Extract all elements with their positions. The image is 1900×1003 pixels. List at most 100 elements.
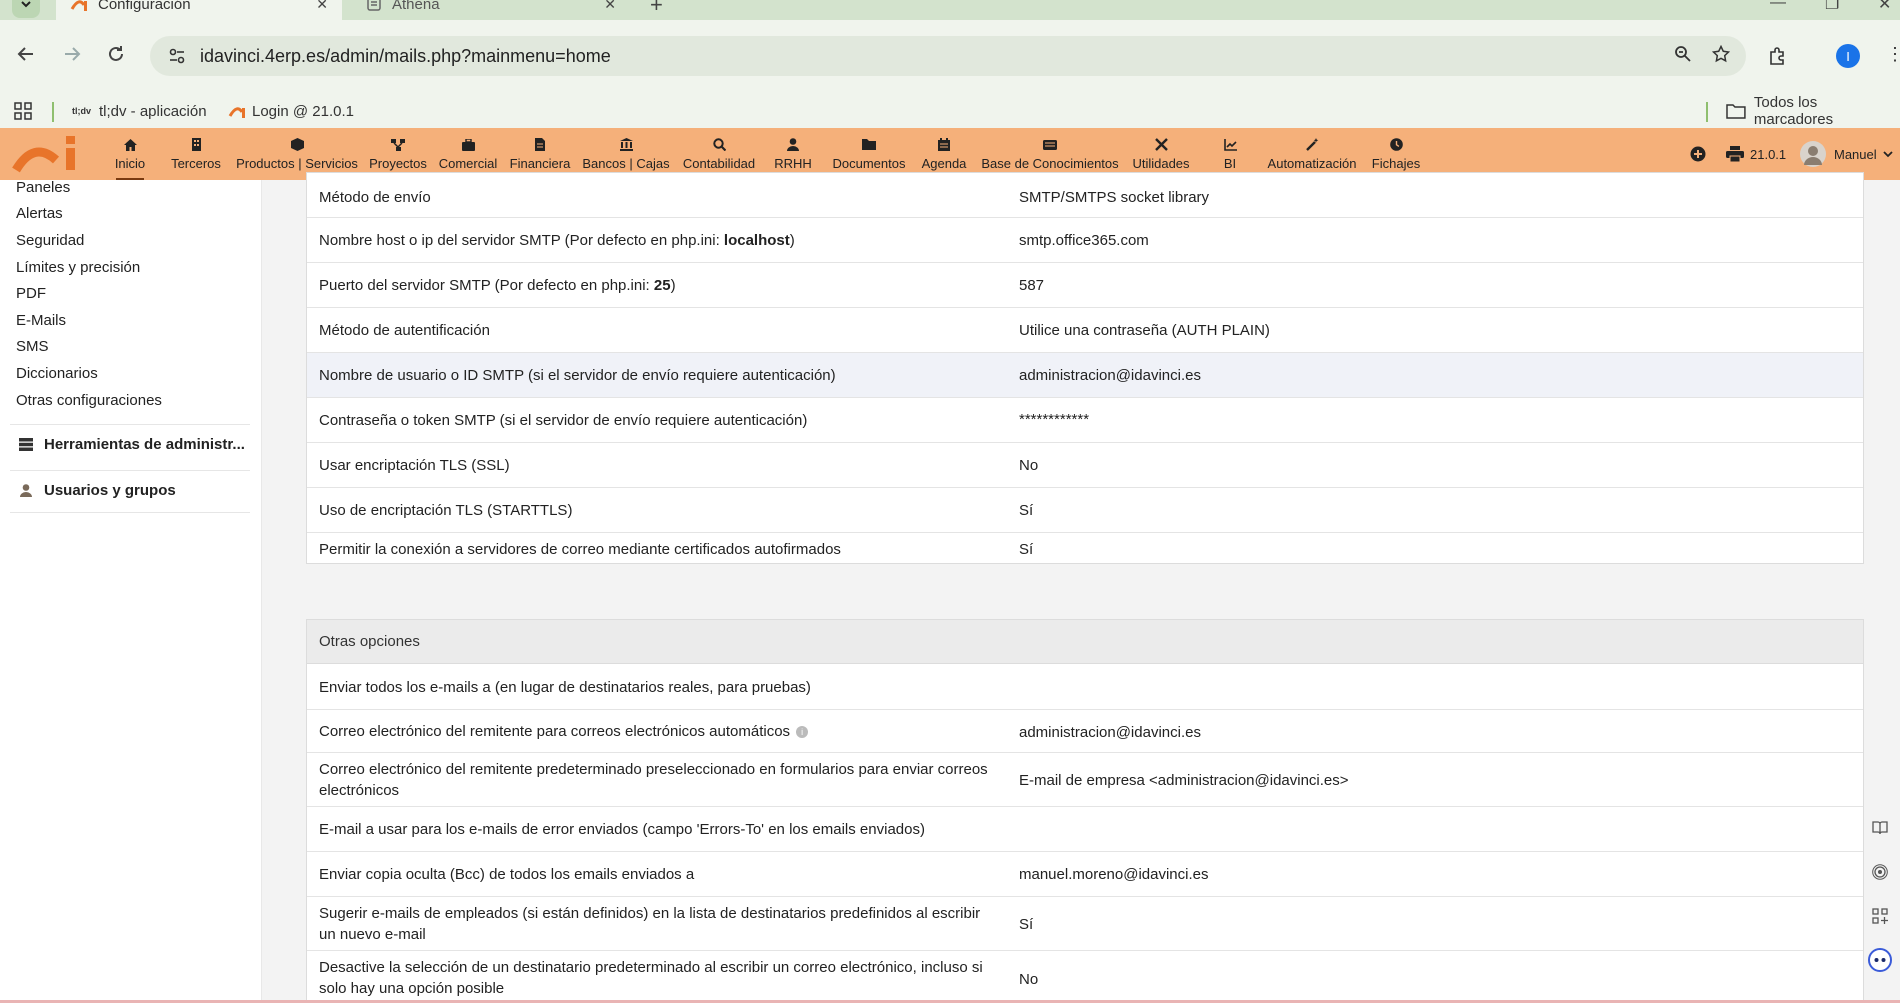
table-row: Método de envío SMTP/SMTPS socket librar… xyxy=(307,173,1863,218)
table-row: Permitir la conexión a servidores de cor… xyxy=(307,533,1863,564)
setting-label: Puerto del servidor SMTP (Por defecto en… xyxy=(319,275,999,296)
panel-title-text: Otras opciones xyxy=(319,633,420,650)
setting-label: Nombre de usuario o ID SMTP (si el servi… xyxy=(319,367,836,384)
main-content: Método de envío SMTP/SMTPS socket librar… xyxy=(262,172,1900,1003)
bookmark-star-icon[interactable] xyxy=(1711,44,1731,68)
cube-icon xyxy=(290,138,304,152)
close-icon[interactable]: ✕ xyxy=(316,0,328,13)
clock-icon xyxy=(1389,138,1403,152)
setting-label: Permitir la conexión a servidores de cor… xyxy=(319,541,841,558)
bank-icon xyxy=(619,138,633,152)
extensions-icon[interactable] xyxy=(1768,46,1788,71)
broadcast-icon[interactable] xyxy=(1866,858,1894,886)
user-icon xyxy=(18,483,34,499)
sidebar-link-otras-configuraciones[interactable]: Otras configuraciones xyxy=(16,392,162,409)
sidebar-link-sms[interactable]: SMS xyxy=(16,338,49,355)
book-icon[interactable] xyxy=(1866,814,1894,842)
site-settings-icon[interactable] xyxy=(166,45,188,67)
table-row: Sugerir e-mails de empleados (si están d… xyxy=(307,897,1863,951)
dolibarr-logo[interactable] xyxy=(12,134,84,174)
setting-value: smtp.office365.com xyxy=(1019,232,1149,249)
version-label: 21.0.1 xyxy=(1750,146,1787,162)
user-name: Manuel xyxy=(1834,146,1877,162)
setting-label: Enviar todos los e-mails a (en lugar de … xyxy=(319,679,811,696)
smtp-settings-panel: Método de envío SMTP/SMTPS socket librar… xyxy=(306,172,1864,564)
tldv-logo-icon: tl;dv xyxy=(72,106,91,116)
apps-icon[interactable] xyxy=(1866,902,1894,930)
menu-inicio[interactable]: Inicio xyxy=(112,128,148,180)
sidebar-link-pdf[interactable]: PDF xyxy=(16,285,46,302)
sidebar-link-seguridad[interactable]: Seguridad xyxy=(16,232,84,249)
sidebar-group-usuarios-grupos[interactable]: Usuarios y grupos xyxy=(10,470,250,510)
setting-label: Nombre host o ip del servidor SMTP (Por … xyxy=(319,230,999,251)
menu-terceros[interactable]: Terceros xyxy=(168,128,224,180)
bookmark-tldv[interactable]: tl;dv tl;dv - aplicación xyxy=(72,94,207,128)
close-icon[interactable]: ✕ xyxy=(604,0,616,13)
tab-athena[interactable]: Athena ✕ xyxy=(352,0,630,20)
zoom-icon[interactable] xyxy=(1674,45,1692,68)
setting-label-text: Puerto del servidor SMTP (Por defecto en… xyxy=(319,277,654,294)
table-row: Uso de encriptación TLS (STARTTLS) Sí xyxy=(307,488,1863,533)
setting-value: Sí xyxy=(1019,916,1034,933)
setting-label: Sugerir e-mails de empleados (si están d… xyxy=(319,905,981,943)
bookmark-label: tl;dv - aplicación xyxy=(99,102,207,120)
tab-configuracion[interactable]: Configuración ✕ xyxy=(56,0,342,20)
dolibarr-favicon-icon xyxy=(70,0,87,11)
left-sidebar: Paneles Alertas Seguridad Límites y prec… xyxy=(0,179,262,1003)
setting-value: administracion@idavinci.es xyxy=(1019,724,1201,741)
restore-icon[interactable]: ❐ xyxy=(1825,0,1839,14)
file-invoice-icon xyxy=(533,138,547,152)
sidebar-link-diccionarios[interactable]: Diccionarios xyxy=(16,365,98,382)
info-icon[interactable]: i xyxy=(796,726,809,739)
sidebar-link-paneles[interactable]: Paneles xyxy=(16,179,70,196)
search-dollar-icon xyxy=(712,138,726,152)
sidebar-group-herramientas-admin[interactable]: Herramientas de administr... xyxy=(10,424,250,464)
suitcase-icon xyxy=(461,138,475,152)
bookmark-login[interactable]: Login @ 21.0.1 xyxy=(228,94,354,128)
sidebar-link-emails[interactable]: E-Mails xyxy=(16,312,66,329)
menu-label: Base de Conocimientos xyxy=(981,155,1119,171)
panel-title: Otras opciones xyxy=(307,620,1863,664)
sidebar-link-limites-precision[interactable]: Límites y precisión xyxy=(16,259,140,276)
setting-label: Contraseña o token SMTP (si el servidor … xyxy=(319,412,808,429)
apps-grid-icon[interactable] xyxy=(14,94,32,128)
setting-value: administracion@idavinci.es xyxy=(1019,367,1201,384)
menu-label: Productos | Servicios xyxy=(236,155,358,171)
page-favicon-icon xyxy=(367,0,381,11)
profile-avatar[interactable]: I xyxy=(1836,44,1860,68)
assistant-icon[interactable] xyxy=(1866,946,1894,974)
ticket-icon xyxy=(1043,138,1057,152)
menu-label: Fichajes xyxy=(1371,155,1421,171)
back-arrow-icon[interactable] xyxy=(16,44,36,70)
close-window-icon[interactable]: ✕ xyxy=(1878,0,1891,14)
table-row: Usar encriptación TLS (SSL) No xyxy=(307,443,1863,488)
avatar xyxy=(1800,141,1826,167)
setting-label-close: ) xyxy=(670,277,676,294)
tab-search-button[interactable] xyxy=(12,0,40,18)
bookmarks-bar: tl;dv tl;dv - aplicación Login @ 21.0.1 … xyxy=(0,94,1900,128)
sidebar-link-alertas[interactable]: Alertas xyxy=(16,205,63,222)
menu-label: Proyectos xyxy=(369,155,427,171)
tools-icon xyxy=(1154,138,1168,152)
browser-menu-icon[interactable]: ⋮ xyxy=(1886,44,1900,65)
menu-label: Utilidades xyxy=(1132,155,1190,171)
other-options-panel: Otras opciones Enviar todos los e-mails … xyxy=(306,619,1864,1003)
new-tab-plus-icon[interactable]: + xyxy=(650,0,663,18)
print-icon xyxy=(1726,146,1744,162)
browser-toolbar: idavinci.4erp.es/admin/mails.php?mainmen… xyxy=(0,20,1900,94)
folder-icon xyxy=(862,138,876,152)
address-bar[interactable]: idavinci.4erp.es/admin/mails.php?mainmen… xyxy=(150,36,1746,76)
setting-label: Método de autentificación xyxy=(319,322,490,339)
reload-icon[interactable] xyxy=(106,44,126,70)
tab-title: Athena xyxy=(392,0,440,13)
setting-label-text: Nombre host o ip del servidor SMTP (Por … xyxy=(319,232,724,249)
setting-value: manuel.moreno@idavinci.es xyxy=(1019,866,1209,883)
table-row: Desactive la selección de un destinatari… xyxy=(307,951,1863,1003)
minimize-icon[interactable]: — xyxy=(1770,0,1786,12)
user-icon xyxy=(786,138,800,152)
all-bookmarks-folder[interactable]: Todos los marcadores xyxy=(1726,94,1900,128)
table-row: Correo electrónico del remitente para co… xyxy=(307,710,1863,753)
menu-label: Terceros xyxy=(171,155,221,171)
setting-label: Correo electrónico del remitente para co… xyxy=(319,721,999,742)
forward-arrow-icon[interactable] xyxy=(62,44,82,70)
